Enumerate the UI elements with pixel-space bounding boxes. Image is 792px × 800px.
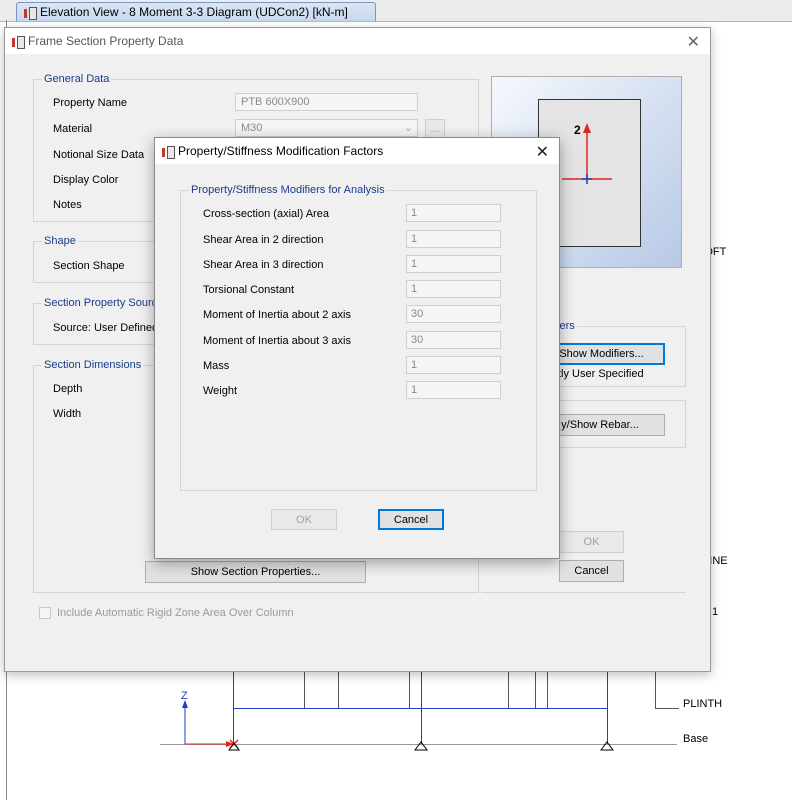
app-icon xyxy=(11,35,25,49)
inertia-3-field[interactable]: 30 xyxy=(406,331,501,349)
property-source-title: Section Property Source xyxy=(42,297,166,309)
frame-dialog-title-bar[interactable]: Frame Section Property Data ✕ xyxy=(5,28,710,54)
axis-2-label: 2 xyxy=(574,123,581,137)
shape-title: Shape xyxy=(42,235,78,247)
frame-dialog-title: Frame Section Property Data xyxy=(28,34,184,48)
general-data-title: General Data xyxy=(42,73,112,85)
inertia-2-field[interactable]: 30 xyxy=(406,305,501,323)
grid-line xyxy=(547,672,548,708)
app-icon xyxy=(23,6,37,20)
close-icon[interactable]: ✕ xyxy=(687,32,700,52)
grid-line xyxy=(409,672,410,708)
torsional-constant-label: Torsional Constant xyxy=(203,284,295,296)
property-name-field[interactable]: PTB 600X900 xyxy=(235,93,418,111)
close-icon[interactable]: ✕ xyxy=(536,142,549,162)
show-section-properties-button[interactable]: Show Section Properties... xyxy=(145,561,366,583)
chevron-down-icon: ⌄ xyxy=(403,122,413,134)
document-tab-strip: Elevation View - 8 Moment 3-3 Diagram (U… xyxy=(0,0,792,22)
weight-field[interactable]: 1 xyxy=(406,381,501,399)
modifiers-cancel-button[interactable]: Cancel xyxy=(378,509,444,530)
material-label: Material xyxy=(53,123,93,135)
stiffness-modifiers-dialog: Property/Stiffness Modification Factors … xyxy=(154,137,560,559)
depth-label: Depth xyxy=(53,383,83,395)
pin-support-icon xyxy=(600,741,614,751)
shear-area-2-label: Shear Area in 2 direction xyxy=(203,234,324,246)
section-shape-label: Section Shape xyxy=(53,260,125,272)
notional-size-label: Notional Size Data xyxy=(53,149,145,161)
level-label-1: 1 xyxy=(712,606,719,618)
frame-ok-button[interactable]: OK xyxy=(559,531,624,553)
shear-area-2-field[interactable]: 1 xyxy=(406,230,501,248)
axial-area-label: Cross-section (axial) Area xyxy=(203,208,329,220)
mass-label: Mass xyxy=(203,360,230,372)
z-axis-label: Z xyxy=(181,690,188,702)
inertia-3-label: Moment of Inertia about 3 axis xyxy=(203,335,351,347)
mass-field[interactable]: 1 xyxy=(406,356,501,374)
shear-area-3-field[interactable]: 1 xyxy=(406,255,501,273)
modifiers-group-title: Property/Stiffness Modifiers for Analysi… xyxy=(189,184,387,196)
width-label: Width xyxy=(53,408,82,420)
rigid-zone-checkbox[interactable] xyxy=(39,607,51,619)
pin-support-icon xyxy=(414,741,428,751)
modifiers-status: tly User Specified xyxy=(558,368,644,380)
property-name-label: Property Name xyxy=(53,97,127,109)
grid-line xyxy=(655,672,656,708)
axial-area-field[interactable]: 1 xyxy=(406,204,501,222)
document-tab-title: Elevation View - 8 Moment 3-3 Diagram (U… xyxy=(40,5,348,19)
grid-line xyxy=(304,672,305,708)
frame-cancel-button[interactable]: Cancel xyxy=(559,560,624,582)
torsional-constant-field[interactable]: 1 xyxy=(406,280,501,298)
rigid-zone-label: Include Automatic Rigid Zone Area Over C… xyxy=(57,607,294,619)
shear-area-3-label: Shear Area in 3 direction xyxy=(203,259,324,271)
display-color-label: Display Color xyxy=(53,174,119,186)
modifiers-dialog-title-bar[interactable]: Property/Stiffness Modification Factors … xyxy=(155,138,559,164)
document-tab[interactable]: Elevation View - 8 Moment 3-3 Diagram (U… xyxy=(16,2,376,21)
column-line xyxy=(607,672,608,744)
level-label-plinth: PLINTH xyxy=(683,698,723,710)
app-icon xyxy=(161,145,175,159)
inertia-2-label: Moment of Inertia about 2 axis xyxy=(203,309,351,321)
section-dimensions-title: Section Dimensions xyxy=(42,359,144,371)
modifiers-dialog-title: Property/Stiffness Modification Factors xyxy=(178,144,384,158)
level-label-base: Base xyxy=(683,733,709,745)
material-value: M30 xyxy=(241,122,263,134)
plinth-beam xyxy=(233,708,607,709)
level-line-plinth xyxy=(655,708,679,709)
grid-line xyxy=(338,672,339,708)
weight-label: Weight xyxy=(203,385,238,397)
grid-line xyxy=(508,672,509,708)
notes-label: Notes xyxy=(53,199,82,211)
local-axis-icon xyxy=(562,123,612,184)
grid-line xyxy=(535,672,536,708)
material-browse-button[interactable]: ... xyxy=(425,119,445,138)
modifiers-ok-button[interactable]: OK xyxy=(271,509,337,530)
source-label: Source: User Defined xyxy=(53,322,159,334)
material-select[interactable]: M30 ⌄ xyxy=(235,119,418,137)
